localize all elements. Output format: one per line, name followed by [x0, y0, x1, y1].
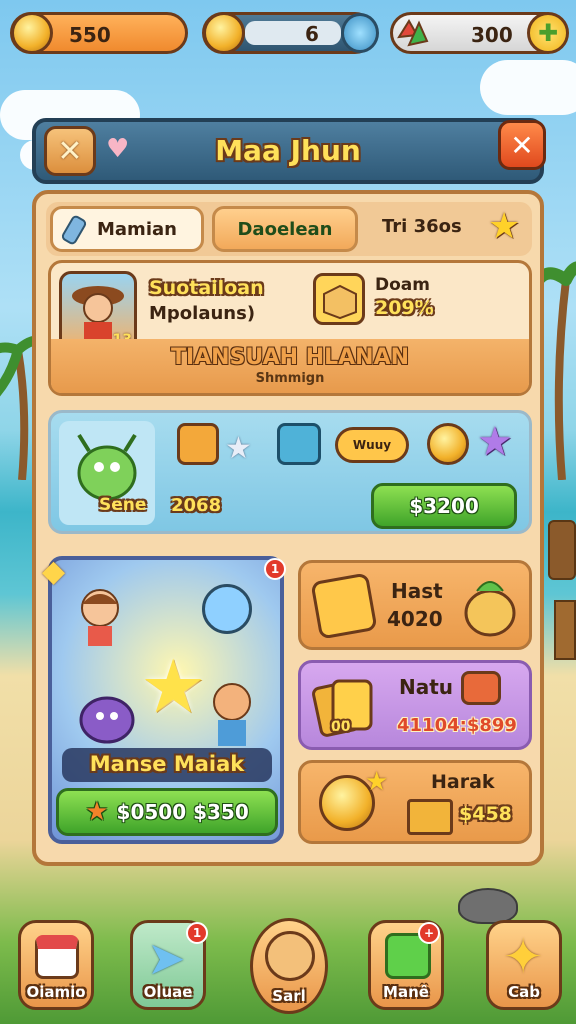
tab-mamian[interactable]: Mamian: [50, 206, 204, 252]
wrench-icon: ✦: [503, 929, 544, 985]
offer-price: $458: [459, 803, 512, 825]
offer-title: Hast: [391, 579, 443, 603]
offer-price: 41104:$899: [397, 715, 517, 736]
title-bar: ✕ ♥ Maa Jhun ✕: [32, 118, 546, 184]
stat-value: 209%: [375, 297, 434, 319]
tab-label: Daoelean: [237, 219, 333, 240]
boy-character: [202, 678, 262, 750]
profile-card: 13 Suotailoan Mpolauns) Doam 209% TIANSU…: [48, 260, 532, 396]
silver-star-icon: ★: [225, 431, 252, 466]
reward-row: Sene ★ Wuuy ★ 2068 $3200: [48, 410, 532, 534]
nav-oiamio[interactable]: Oiamio: [18, 920, 94, 1010]
speech-bubble: Wuuy: [335, 427, 409, 463]
barrel: [548, 520, 576, 580]
offer-harak[interactable]: ★ Harak $458: [298, 760, 532, 844]
notification-badge: 1: [264, 558, 286, 580]
stat-label: Doam: [375, 275, 430, 295]
player-subtitle: Mpolauns): [149, 303, 256, 324]
offer-title: Harak: [431, 771, 495, 793]
gem-icon: ★: [85, 797, 109, 827]
scroll-icon: [61, 213, 91, 245]
nav-label: Oiamio: [26, 983, 86, 1001]
medal-icon: [203, 12, 245, 54]
gems-value: 300: [471, 23, 513, 47]
featured-name: Manse Maiak: [89, 752, 245, 776]
profile-banner: TIANSUAH HLANAN Shmmign: [51, 339, 529, 393]
nav-label: Manê: [383, 983, 429, 1001]
offer-left-value: 00: [331, 719, 351, 735]
rock: [458, 888, 518, 924]
star-icon: ★: [488, 206, 521, 247]
middle-value: 6: [305, 22, 319, 46]
girl-character: [70, 584, 130, 648]
gem-pile-icon: [395, 17, 431, 51]
coins-counter[interactable]: 550: [10, 12, 188, 54]
add-plus-icon[interactable]: ✚: [527, 12, 569, 54]
offer-natu[interactable]: 00 Natu 41104:$899: [298, 660, 532, 750]
page-title: Maa Jhun: [215, 134, 361, 167]
featured-price: $0500 $350: [116, 800, 249, 824]
coin-icon[interactable]: [427, 423, 469, 465]
sparkle-star-icon: ★: [365, 767, 389, 797]
energy-track: [245, 21, 341, 45]
banner-title: TIANSUAH HLANAN: [170, 345, 410, 370]
potion-icon: [202, 584, 252, 634]
gems-counter[interactable]: 300 ✚: [390, 12, 569, 54]
nav-sarl[interactable]: Sarl: [250, 918, 328, 1014]
pet-character: [457, 573, 523, 643]
offer-value: 4020: [387, 607, 443, 631]
nav-label: Sarl: [272, 987, 306, 1005]
buy-reward-button[interactable]: $3200: [371, 483, 517, 529]
purple-star-icon: ★: [477, 419, 513, 465]
blue-chest-icon[interactable]: [277, 423, 321, 465]
palm-tree-right: [540, 262, 576, 480]
main-panel: Mamian Daoelean Tri 36os ★ 13 Suotailoan…: [32, 190, 544, 866]
face-icon: [265, 931, 315, 981]
notification-badge: 1: [186, 922, 208, 944]
big-star-icon: ★: [140, 644, 207, 730]
featured-card[interactable]: ◆ ★ Manse Maiak ★ $0500 $350: [42, 554, 284, 844]
tab-label: Mamian: [97, 219, 177, 240]
nav-cab[interactable]: ✦ Cab: [486, 920, 562, 1010]
coin-icon: [11, 12, 53, 54]
tab-label: Tri 36os: [382, 216, 462, 237]
ticket-icon: [461, 671, 501, 705]
gift-box-icon: [35, 935, 79, 979]
energy-counter[interactable]: 6: [202, 12, 379, 54]
nav-label: Oluae: [143, 983, 193, 1001]
crate: [554, 600, 576, 660]
treasure-box-icon: [313, 273, 365, 325]
hat-icon: ◆: [42, 554, 66, 589]
gold-cart-icon: [407, 799, 453, 835]
monster-name: Sene: [99, 495, 147, 515]
featured-buy-button[interactable]: ★ $0500 $350: [56, 788, 278, 836]
close-button[interactable]: ✕: [498, 120, 546, 170]
offer-hast[interactable]: Hast 4020: [298, 560, 532, 650]
smiley-block-icon: [310, 572, 378, 640]
globe-add-icon[interactable]: [341, 13, 379, 53]
speech-text: Wuuy: [352, 438, 392, 452]
cloud: [480, 60, 576, 115]
tab-daoelean[interactable]: Daoelean: [212, 206, 358, 252]
nav-label: Cab: [508, 983, 540, 1001]
tab-tri[interactable]: Tri 36os ★: [366, 206, 532, 252]
coins-value: 550: [69, 23, 111, 47]
crate-item-icon[interactable]: [177, 423, 219, 465]
purple-creature: [72, 680, 142, 750]
featured-name-plate: Manse Maiak: [62, 748, 272, 782]
paper-plane-icon: ➤: [147, 931, 186, 985]
player-name: Suotailoan: [149, 277, 264, 299]
reward-number: 2068: [171, 495, 222, 516]
notification-badge: +: [418, 922, 440, 944]
banner-subtitle: Shmmign: [255, 371, 325, 386]
offer-title: Natu: [399, 675, 454, 699]
